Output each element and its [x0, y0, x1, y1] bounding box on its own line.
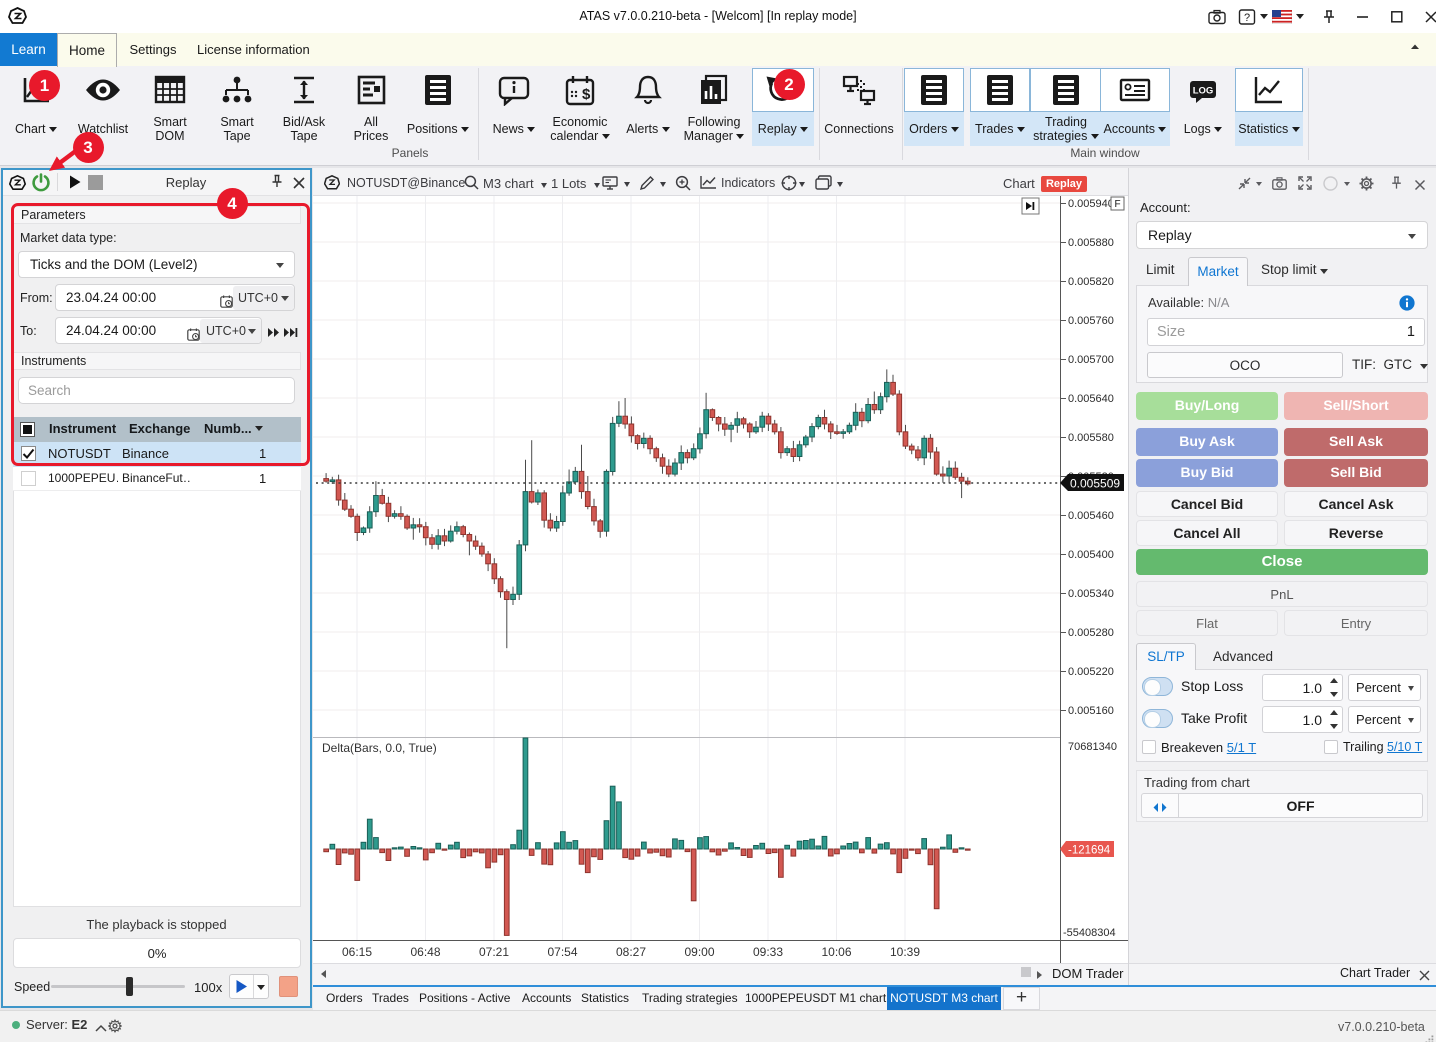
svg-text:70681340: 70681340 [1068, 741, 1117, 753]
svg-text:0.005580: 0.005580 [1068, 432, 1114, 444]
svg-text:10:06: 10:06 [821, 945, 851, 959]
svg-text:0.005700: 0.005700 [1068, 354, 1114, 366]
svg-text:0.005460: 0.005460 [1068, 510, 1114, 522]
svg-text:07:54: 07:54 [547, 945, 577, 959]
svg-text:07:21: 07:21 [479, 945, 509, 959]
svg-text:0.005880: 0.005880 [1068, 237, 1114, 249]
svg-text:0.005160: 0.005160 [1068, 705, 1114, 717]
svg-text:0.005340: 0.005340 [1068, 588, 1114, 600]
svg-text:0.005820: 0.005820 [1068, 276, 1114, 288]
svg-text:F: F [1114, 199, 1120, 210]
svg-text:LOG: LOG [1193, 86, 1214, 97]
svg-text:Delta(Bars, 0.0, True): Delta(Bars, 0.0, True) [322, 741, 437, 755]
svg-text:09:33: 09:33 [753, 945, 783, 959]
svg-text:0.005220: 0.005220 [1068, 666, 1114, 678]
svg-text:0.005940: 0.005940 [1068, 198, 1114, 210]
svg-text:0.005400: 0.005400 [1068, 549, 1114, 561]
svg-text:10:39: 10:39 [890, 945, 920, 959]
svg-text:0.005640: 0.005640 [1068, 393, 1114, 405]
svg-text:0.005280: 0.005280 [1068, 627, 1114, 639]
svg-text:0.005509: 0.005509 [1070, 477, 1120, 491]
svg-text:$: $ [582, 86, 591, 103]
svg-text:08:27: 08:27 [616, 945, 646, 959]
svg-text:-121694: -121694 [1068, 845, 1111, 857]
svg-text:0.005760: 0.005760 [1068, 315, 1114, 327]
svg-text:?: ? [1244, 12, 1250, 24]
svg-text:06:15: 06:15 [342, 945, 372, 959]
svg-text:09:00: 09:00 [684, 945, 714, 959]
svg-text:-55408304: -55408304 [1063, 927, 1116, 939]
svg-text:06:48: 06:48 [410, 945, 440, 959]
